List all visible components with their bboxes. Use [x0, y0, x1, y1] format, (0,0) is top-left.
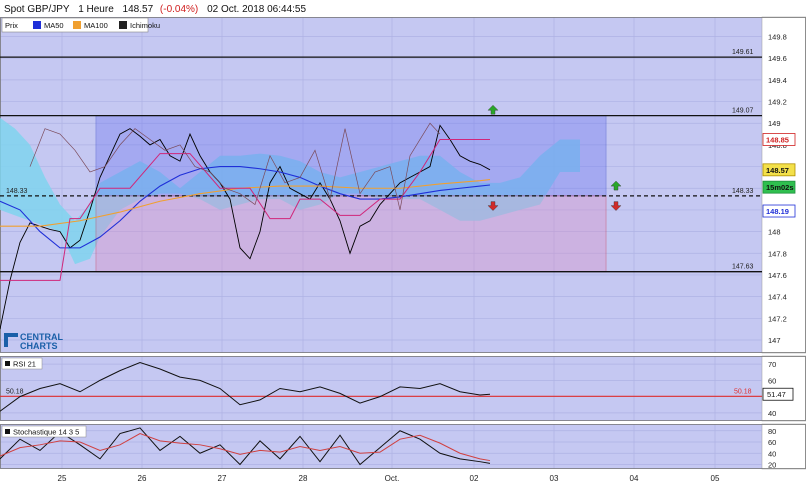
chart-window: Spot GBP/JPY 1 Heure 148.57 (-0.04%) 02 …: [0, 0, 806, 485]
symbol-name: Spot GBP/JPY: [4, 4, 70, 15]
stochastic-ytick-label: 80: [768, 427, 776, 436]
rsi-value-label: 51.47: [767, 390, 786, 399]
price-ytick-label: 147.4: [768, 293, 787, 302]
level-label: 149.07: [732, 108, 754, 115]
x-tick-label: 03: [550, 474, 559, 483]
price-panel: 149.8149.6149.4149.2149148.8148.6148.414…: [0, 16, 806, 354]
rsi-ytick-label: 40: [768, 409, 776, 418]
rsi-ytick-label: 60: [768, 376, 776, 385]
stochastic-title: Stochastique 14 3 5: [13, 428, 79, 437]
price-badge-label: 148.57: [766, 166, 789, 175]
price-ytick-label: 149.8: [768, 33, 787, 42]
header-datetime: 02 Oct. 2018 06:44:55: [207, 4, 306, 15]
legend-item-2: MA100: [84, 21, 108, 30]
legend-swatch-3: [119, 21, 127, 29]
price-ytick-label: 147: [768, 336, 781, 345]
price-badge-label: 15m02s: [766, 183, 794, 192]
x-tick-label: 26: [138, 474, 147, 483]
last-price: 148.57: [123, 4, 154, 15]
rsi-plot-area: [0, 356, 762, 421]
legend-swatch-1: [33, 21, 41, 29]
rsi-title: RSI 21: [13, 360, 36, 369]
price-badge-label: 148.85: [766, 135, 789, 144]
stochastic-ytick-label: 60: [768, 438, 776, 447]
price-ytick-label: 147.8: [768, 249, 787, 258]
logo-line-2: CHARTS: [20, 341, 58, 351]
stochastic-panel: 80604020Stochastique 14 3 5: [0, 423, 806, 470]
price-ytick-label: 149.4: [768, 76, 787, 85]
x-tick-label: 28: [299, 474, 308, 483]
rsi-swatch-icon: [5, 361, 10, 366]
legend-item-1: MA50: [44, 21, 64, 30]
ichimoku-cloud-segment: [0, 117, 15, 216]
price-ytick-label: 147.2: [768, 314, 787, 323]
timeframe-label: 1 Heure: [78, 4, 114, 15]
symbol-title: Spot GBP/JPY 1 Heure 148.57 (-0.04%) 02 …: [4, 4, 306, 15]
price-ytick-label: 148: [768, 228, 781, 237]
time-axis: 25 26 27 28 Oct. 02 03 04 05: [0, 470, 806, 485]
x-tick-label: Oct.: [385, 474, 400, 483]
price-change: (-0.04%): [160, 4, 198, 15]
stochastic-swatch-icon: [5, 429, 10, 434]
chart-header: Spot GBP/JPY 1 Heure 148.57 (-0.04%) 02 …: [4, 4, 306, 15]
x-tick-label: 04: [630, 474, 639, 483]
level-label: 147.63: [732, 264, 754, 271]
price-ytick-label: 147.6: [768, 271, 787, 280]
range-bottom-zone: [95, 195, 607, 273]
time-axis-bg: [0, 470, 806, 485]
rsi-reference-label-left: 50.18: [6, 388, 24, 395]
indicator-legend: Prix MA50 MA100 Ichimoku: [1, 17, 160, 33]
level-label-left: 148.33: [6, 188, 28, 195]
rsi-panel: 7060504050.1850.1851.47RSI 21: [0, 355, 806, 422]
legend-item-3: Ichimoku: [130, 21, 160, 30]
logo-mark-bar: [4, 333, 18, 337]
price-badge-label: 148.19: [766, 207, 789, 216]
x-tick-label: 05: [711, 474, 720, 483]
chart-canvas: Spot GBP/JPY 1 Heure 148.57 (-0.04%) 02 …: [0, 4, 806, 485]
x-tick-label: 27: [218, 474, 227, 483]
price-ytick-label: 149: [768, 119, 781, 128]
rsi-ytick-label: 70: [768, 360, 776, 369]
level-label: 148.33: [732, 188, 754, 195]
legend-swatch-2: [73, 21, 81, 29]
x-tick-label: 25: [58, 474, 67, 483]
stochastic-ytick-label: 40: [768, 449, 776, 458]
price-ytick-label: 149.2: [768, 98, 787, 107]
x-tick-label: 02: [470, 474, 479, 483]
level-label: 149.61: [732, 49, 754, 56]
rsi-reference-label: 50.18: [734, 388, 752, 395]
price-ytick-label: 149.6: [768, 54, 787, 63]
legend-item-0: Prix: [5, 21, 18, 30]
